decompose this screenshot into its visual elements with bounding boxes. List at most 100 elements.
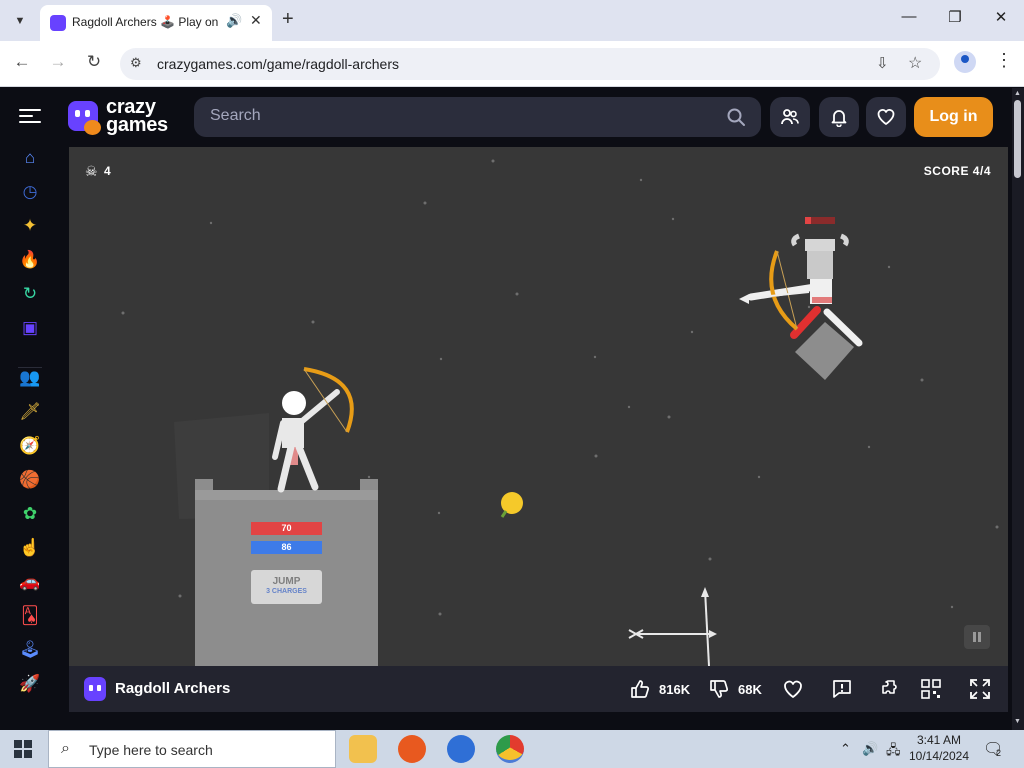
enemy-viking-archer bbox=[739, 217, 863, 380]
screen: ▼ Ragdoll Archers 🕹️ Play on CrazyGames … bbox=[0, 0, 1024, 768]
jump-label: JUMP bbox=[272, 576, 301, 587]
page-scrollbar[interactable]: ▲ ▼ bbox=[1012, 88, 1024, 730]
basketball-icon[interactable]: 🏀 bbox=[18, 468, 42, 492]
action-sword-icon[interactable]: 🗡 bbox=[18, 400, 42, 424]
login-button[interactable]: Log in bbox=[914, 97, 993, 137]
player-energy-bar: 86 bbox=[251, 541, 322, 554]
driving-car-icon[interactable]: 🚗 bbox=[18, 570, 42, 594]
volume-icon[interactable]: 🔊 bbox=[862, 741, 878, 757]
scroll-down-icon[interactable]: ▼ bbox=[1014, 718, 1021, 725]
network-icon[interactable]: 🖧 bbox=[886, 741, 901, 763]
home-icon[interactable]: ⌂ bbox=[18, 146, 42, 170]
bookmark-star-icon[interactable]: ☆ bbox=[908, 53, 922, 73]
updated-icon[interactable]: ↻ bbox=[18, 282, 42, 306]
game-title: Ragdoll Archers bbox=[115, 680, 231, 697]
favorite-game-button[interactable] bbox=[782, 677, 804, 701]
menu-collapse-icon[interactable] bbox=[19, 107, 43, 125]
tab-audio-icon[interactable]: 🔊 bbox=[226, 13, 242, 29]
windows-start-icon[interactable] bbox=[14, 740, 32, 758]
game-canvas[interactable]: ☠ 4 SCORE 4/4 70 86 JUMP 3 CHARGES bbox=[69, 147, 1008, 666]
new-tab-plus-icon[interactable]: + bbox=[282, 8, 294, 31]
below-game-strip bbox=[69, 712, 1008, 730]
game-scene bbox=[121, 159, 999, 666]
site-info-icon[interactable]: ⚙ bbox=[130, 55, 142, 71]
notification-count: 2 bbox=[996, 748, 1002, 758]
dislike-button[interactable]: 68K bbox=[708, 677, 762, 701]
notifications-button[interactable] bbox=[819, 97, 859, 137]
forward-arrow-icon[interactable]: → bbox=[46, 52, 70, 72]
like-button[interactable]: 816K bbox=[629, 677, 690, 701]
pause-button[interactable] bbox=[964, 625, 990, 649]
logo-wordmark[interactable]: crazy games bbox=[106, 97, 168, 136]
dislike-count: 68K bbox=[738, 681, 762, 697]
address-bar[interactable]: ⚙ crazygames.com/game/ragdoll-archers ⇩ … bbox=[120, 48, 940, 80]
active-tab[interactable]: Ragdoll Archers 🕹️ Play on CrazyGames 🔊 … bbox=[40, 5, 272, 41]
search-icon[interactable] bbox=[726, 107, 746, 127]
multiplayer-icon[interactable]: 👥 bbox=[18, 366, 42, 390]
taskbar-search-box[interactable]: ⌕ Type here to search bbox=[48, 730, 336, 768]
qr-code-button[interactable] bbox=[920, 677, 942, 701]
puzzle-icon bbox=[882, 680, 897, 694]
back-arrow-icon[interactable]: ← bbox=[10, 52, 34, 72]
heart-icon bbox=[877, 109, 895, 125]
taskbar-search-placeholder: Type here to search bbox=[89, 742, 213, 758]
controller-joystick-icon[interactable]: 🕹 bbox=[18, 638, 42, 662]
fullscreen-button[interactable] bbox=[969, 677, 991, 701]
casual-flower-icon[interactable]: ✿ bbox=[18, 502, 42, 526]
crazygames-page: crazy games Search Log in ▲ ▼ ⌂ ◷ ✦ 🔥 ↻ … bbox=[0, 88, 1024, 730]
scrollbar-thumb[interactable] bbox=[1014, 100, 1021, 178]
report-flag-icon bbox=[833, 680, 851, 698]
taskbar-search-icon: ⌕ bbox=[61, 740, 70, 757]
scroll-up-icon[interactable]: ▲ bbox=[1014, 90, 1021, 97]
browser-toolbar: ← → ↻ ⚙ crazygames.com/game/ragdoll-arch… bbox=[0, 41, 1024, 87]
browser-tab-strip: ▼ Ragdoll Archers 🕹️ Play on CrazyGames … bbox=[0, 0, 1024, 41]
file-explorer-icon[interactable] bbox=[349, 735, 377, 763]
thumbs-up-icon bbox=[631, 680, 650, 698]
rocket-icon[interactable]: 🚀 bbox=[18, 672, 42, 696]
category-sidebar: ⌂ ◷ ✦ 🔥 ↻ ▣ 👥 🗡 🧭 🏀 ✿ ☝ 🚗 🂡 🕹 🚀 bbox=[0, 146, 60, 730]
crazygames-small-logo-icon bbox=[84, 677, 106, 701]
thumbs-down-icon bbox=[710, 680, 729, 698]
tab-search-dropdown-icon[interactable]: ▼ bbox=[9, 10, 31, 32]
favorites-button[interactable] bbox=[866, 97, 906, 137]
pumpkin-icon bbox=[84, 120, 101, 135]
report-button[interactable] bbox=[831, 677, 853, 701]
jump-button[interactable]: JUMP 3 CHARGES bbox=[251, 570, 322, 604]
restore-icon[interactable]: ❐ bbox=[940, 8, 970, 26]
fullscreen-icon bbox=[970, 679, 990, 699]
qr-code-icon bbox=[921, 679, 941, 699]
spent-arrows bbox=[628, 587, 717, 666]
install-app-icon[interactable]: ⇩ bbox=[876, 54, 889, 72]
clicker-icon[interactable]: ☝ bbox=[18, 536, 42, 560]
chromium-icon[interactable] bbox=[447, 735, 475, 763]
trending-fire-icon[interactable]: 🔥 bbox=[18, 248, 42, 272]
reload-icon[interactable]: ↻ bbox=[82, 52, 106, 72]
close-window-icon[interactable]: ✕ bbox=[986, 8, 1016, 26]
taskbar-clock[interactable]: 3:41 AM 10/14/2024 bbox=[908, 732, 970, 764]
bell-icon bbox=[831, 110, 847, 127]
profile-avatar-icon[interactable] bbox=[954, 51, 976, 73]
recent-icon[interactable]: ◷ bbox=[18, 180, 42, 204]
tray-chevron-icon[interactable]: ⌃ bbox=[840, 741, 851, 757]
crazygames-favicon-icon bbox=[50, 15, 66, 31]
tab-close-icon[interactable]: ✕ bbox=[250, 12, 262, 29]
embed-button[interactable] bbox=[880, 677, 902, 701]
player-archer bbox=[272, 367, 354, 493]
url-text[interactable]: crazygames.com/game/ragdoll-archers bbox=[157, 56, 399, 72]
new-sparkle-icon[interactable]: ✦ bbox=[18, 214, 42, 238]
jump-charges: 3 CHARGES bbox=[266, 588, 307, 595]
cards-icon[interactable]: 🂡 bbox=[18, 604, 42, 628]
friends-button[interactable] bbox=[770, 97, 810, 137]
firefox-icon[interactable] bbox=[398, 735, 426, 763]
search-input[interactable] bbox=[210, 107, 710, 125]
windows-taskbar: ⌕ Type here to search ⌃ 🔊 🖧 3:41 AM 10/1… bbox=[0, 730, 1024, 768]
logo-text-bottom: games bbox=[106, 114, 168, 136]
score-display: SCORE 4/4 bbox=[923, 164, 991, 178]
browser-menu-icon[interactable]: ⋮ bbox=[995, 50, 1013, 71]
chrome-icon[interactable] bbox=[496, 735, 524, 763]
originals-icon[interactable]: ▣ bbox=[18, 316, 42, 340]
adventure-compass-icon[interactable]: 🧭 bbox=[18, 434, 42, 458]
friends-icon bbox=[781, 109, 799, 125]
search-box[interactable] bbox=[194, 97, 761, 137]
minimize-icon[interactable]: — bbox=[894, 8, 924, 25]
